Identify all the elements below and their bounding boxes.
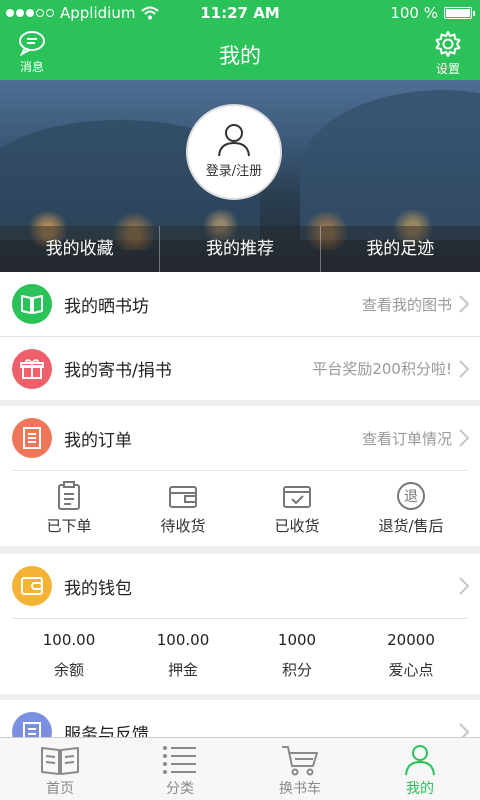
- balance-stat[interactable]: 100.00 余额: [12, 619, 126, 694]
- chevron-right-icon: [459, 295, 470, 313]
- wallet-row[interactable]: 我的钱包: [0, 554, 480, 618]
- send-donate-hint: 平台奖励200积分啦!: [312, 360, 452, 378]
- points-label: 积分: [281, 661, 312, 679]
- battery-area: 100 %: [390, 4, 475, 22]
- tab-category-label: 分类: [166, 781, 194, 797]
- deposit-stat[interactable]: 100.00 押金: [126, 619, 240, 694]
- books-card: 我的晒书坊 查看我的图书 我的寄书/捐书 平台奖励200积分啦!: [0, 272, 480, 400]
- return-icon: 退: [397, 482, 425, 510]
- received-label: 已收货: [274, 517, 320, 535]
- wallet-stats: 100.00 余额 100.00 押金 1000 积分 20000 爱心点: [12, 618, 468, 694]
- send-donate-row[interactable]: 我的寄书/捐书 平台奖励200积分啦!: [0, 336, 480, 400]
- orders-label: 我的订单: [64, 430, 132, 451]
- tab-mine-label: 我的: [406, 781, 434, 797]
- status-bar: Applidium 11:27 AM 100 %: [0, 0, 480, 26]
- banner-tabs: 我的收藏 我的推荐 我的足迹: [0, 226, 480, 272]
- tab-cart[interactable]: 换书车: [240, 738, 360, 800]
- profile-banner: 登录/注册 我的收藏 我的推荐 我的足迹: [0, 80, 480, 272]
- wallet-card: 我的钱包 100.00 余额 100.00 押金 1000 积分 20000 爱…: [0, 554, 480, 694]
- bookshop-row[interactable]: 我的晒书坊 查看我的图书: [0, 272, 480, 336]
- love-points-value: 20000: [387, 631, 435, 649]
- order-placed-button[interactable]: 已下单: [12, 471, 126, 546]
- tab-home[interactable]: 首页: [0, 738, 120, 800]
- user-icon: [218, 124, 250, 157]
- chevron-right-icon: [459, 429, 470, 447]
- tab-home-label: 首页: [46, 781, 74, 797]
- clipboard-icon: [58, 481, 80, 510]
- gear-icon: [435, 31, 461, 57]
- settings-button[interactable]: 设置: [428, 30, 468, 77]
- order-placed-label: 已下单: [46, 517, 92, 535]
- login-avatar[interactable]: 登录/注册: [186, 104, 282, 200]
- points-value: 1000: [277, 631, 317, 649]
- orders-row[interactable]: 我的订单 查看订单情况: [0, 406, 480, 470]
- tab-history[interactable]: 我的足迹: [321, 226, 480, 272]
- person-icon: [405, 745, 435, 776]
- page-title: 我的: [219, 44, 261, 68]
- chevron-right-icon: [459, 359, 470, 378]
- order-status-grid: 已下单 待收货 已收货 退 退货/售后: [12, 470, 468, 546]
- deposit-value: 100.00: [156, 631, 210, 649]
- received-button[interactable]: 已收货: [240, 471, 354, 546]
- returns-label: 退货/售后: [378, 517, 444, 535]
- wallet-label: 我的钱包: [64, 578, 132, 599]
- returns-button[interactable]: 退 退货/售后: [354, 471, 468, 546]
- deposit-label: 押金: [167, 661, 198, 679]
- gift-icon: [12, 348, 52, 389]
- chevron-right-icon: [459, 577, 470, 595]
- book-icon: [12, 284, 52, 324]
- wallet-icon: [12, 566, 52, 606]
- love-points-stat[interactable]: 20000 爱心点: [354, 619, 468, 694]
- awaiting-delivery-button[interactable]: 待收货: [126, 471, 240, 546]
- box-check-icon: [283, 486, 311, 508]
- battery-icon: [444, 7, 475, 19]
- settings-label: 设置: [435, 62, 460, 76]
- header: Applidium 11:27 AM 100 % 消息 我的 设置: [0, 0, 480, 80]
- cart-icon: [282, 746, 318, 776]
- orders-hint: 查看订单情况: [361, 429, 452, 448]
- send-donate-label: 我的寄书/捐书: [64, 361, 172, 381]
- balance-label: 余额: [53, 661, 84, 679]
- tab-mine[interactable]: 我的: [360, 738, 480, 800]
- login-register-label: 登录/注册: [205, 164, 263, 179]
- orders-card: 我的订单 查看订单情况 已下单 待收货 已收货 退 退货/售后: [0, 406, 480, 546]
- tab-category[interactable]: 分类: [120, 738, 240, 800]
- list-icon: [163, 746, 196, 774]
- love-points-label: 爱心点: [388, 661, 434, 679]
- bookshop-hint: 查看我的图书: [361, 295, 452, 314]
- bottom-tab-bar: 首页 分类 换书车 我的: [0, 737, 480, 800]
- book-open-icon: [41, 747, 79, 775]
- tab-cart-label: 换书车: [279, 781, 321, 797]
- wallet-outline-icon: [169, 486, 197, 508]
- battery-text: 100 %: [390, 4, 438, 22]
- order-list-icon: [12, 418, 52, 458]
- balance-value: 100.00: [42, 631, 96, 649]
- awaiting-delivery-label: 待收货: [160, 517, 206, 535]
- bookshop-label: 我的晒书坊: [64, 296, 149, 317]
- points-stat[interactable]: 1000 积分: [240, 619, 354, 694]
- tab-recommendations[interactable]: 我的推荐: [160, 226, 321, 272]
- return-glyph: 退: [404, 489, 418, 505]
- tab-favorites[interactable]: 我的收藏: [0, 226, 161, 272]
